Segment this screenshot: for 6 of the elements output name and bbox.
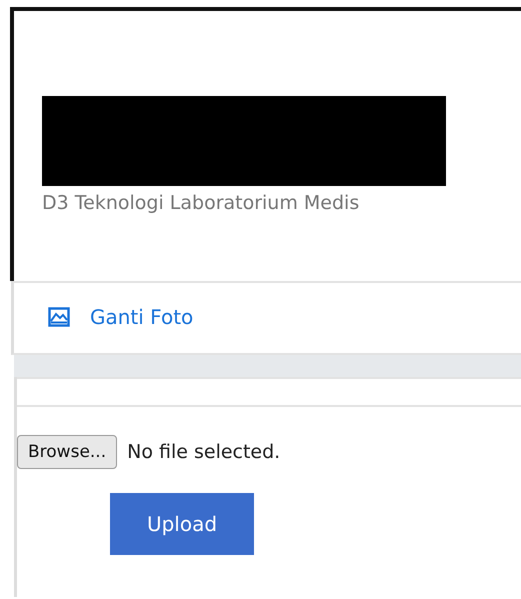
file-status: No file selected. [127,441,280,463]
change-photo-link[interactable]: Ganti Foto [48,305,194,329]
browse-button[interactable]: Browse... [17,435,118,469]
upload-button[interactable]: Upload [110,493,254,555]
program-name: D3 Teknologi Laboratorium Medis [42,192,360,214]
image-icon [48,307,70,327]
